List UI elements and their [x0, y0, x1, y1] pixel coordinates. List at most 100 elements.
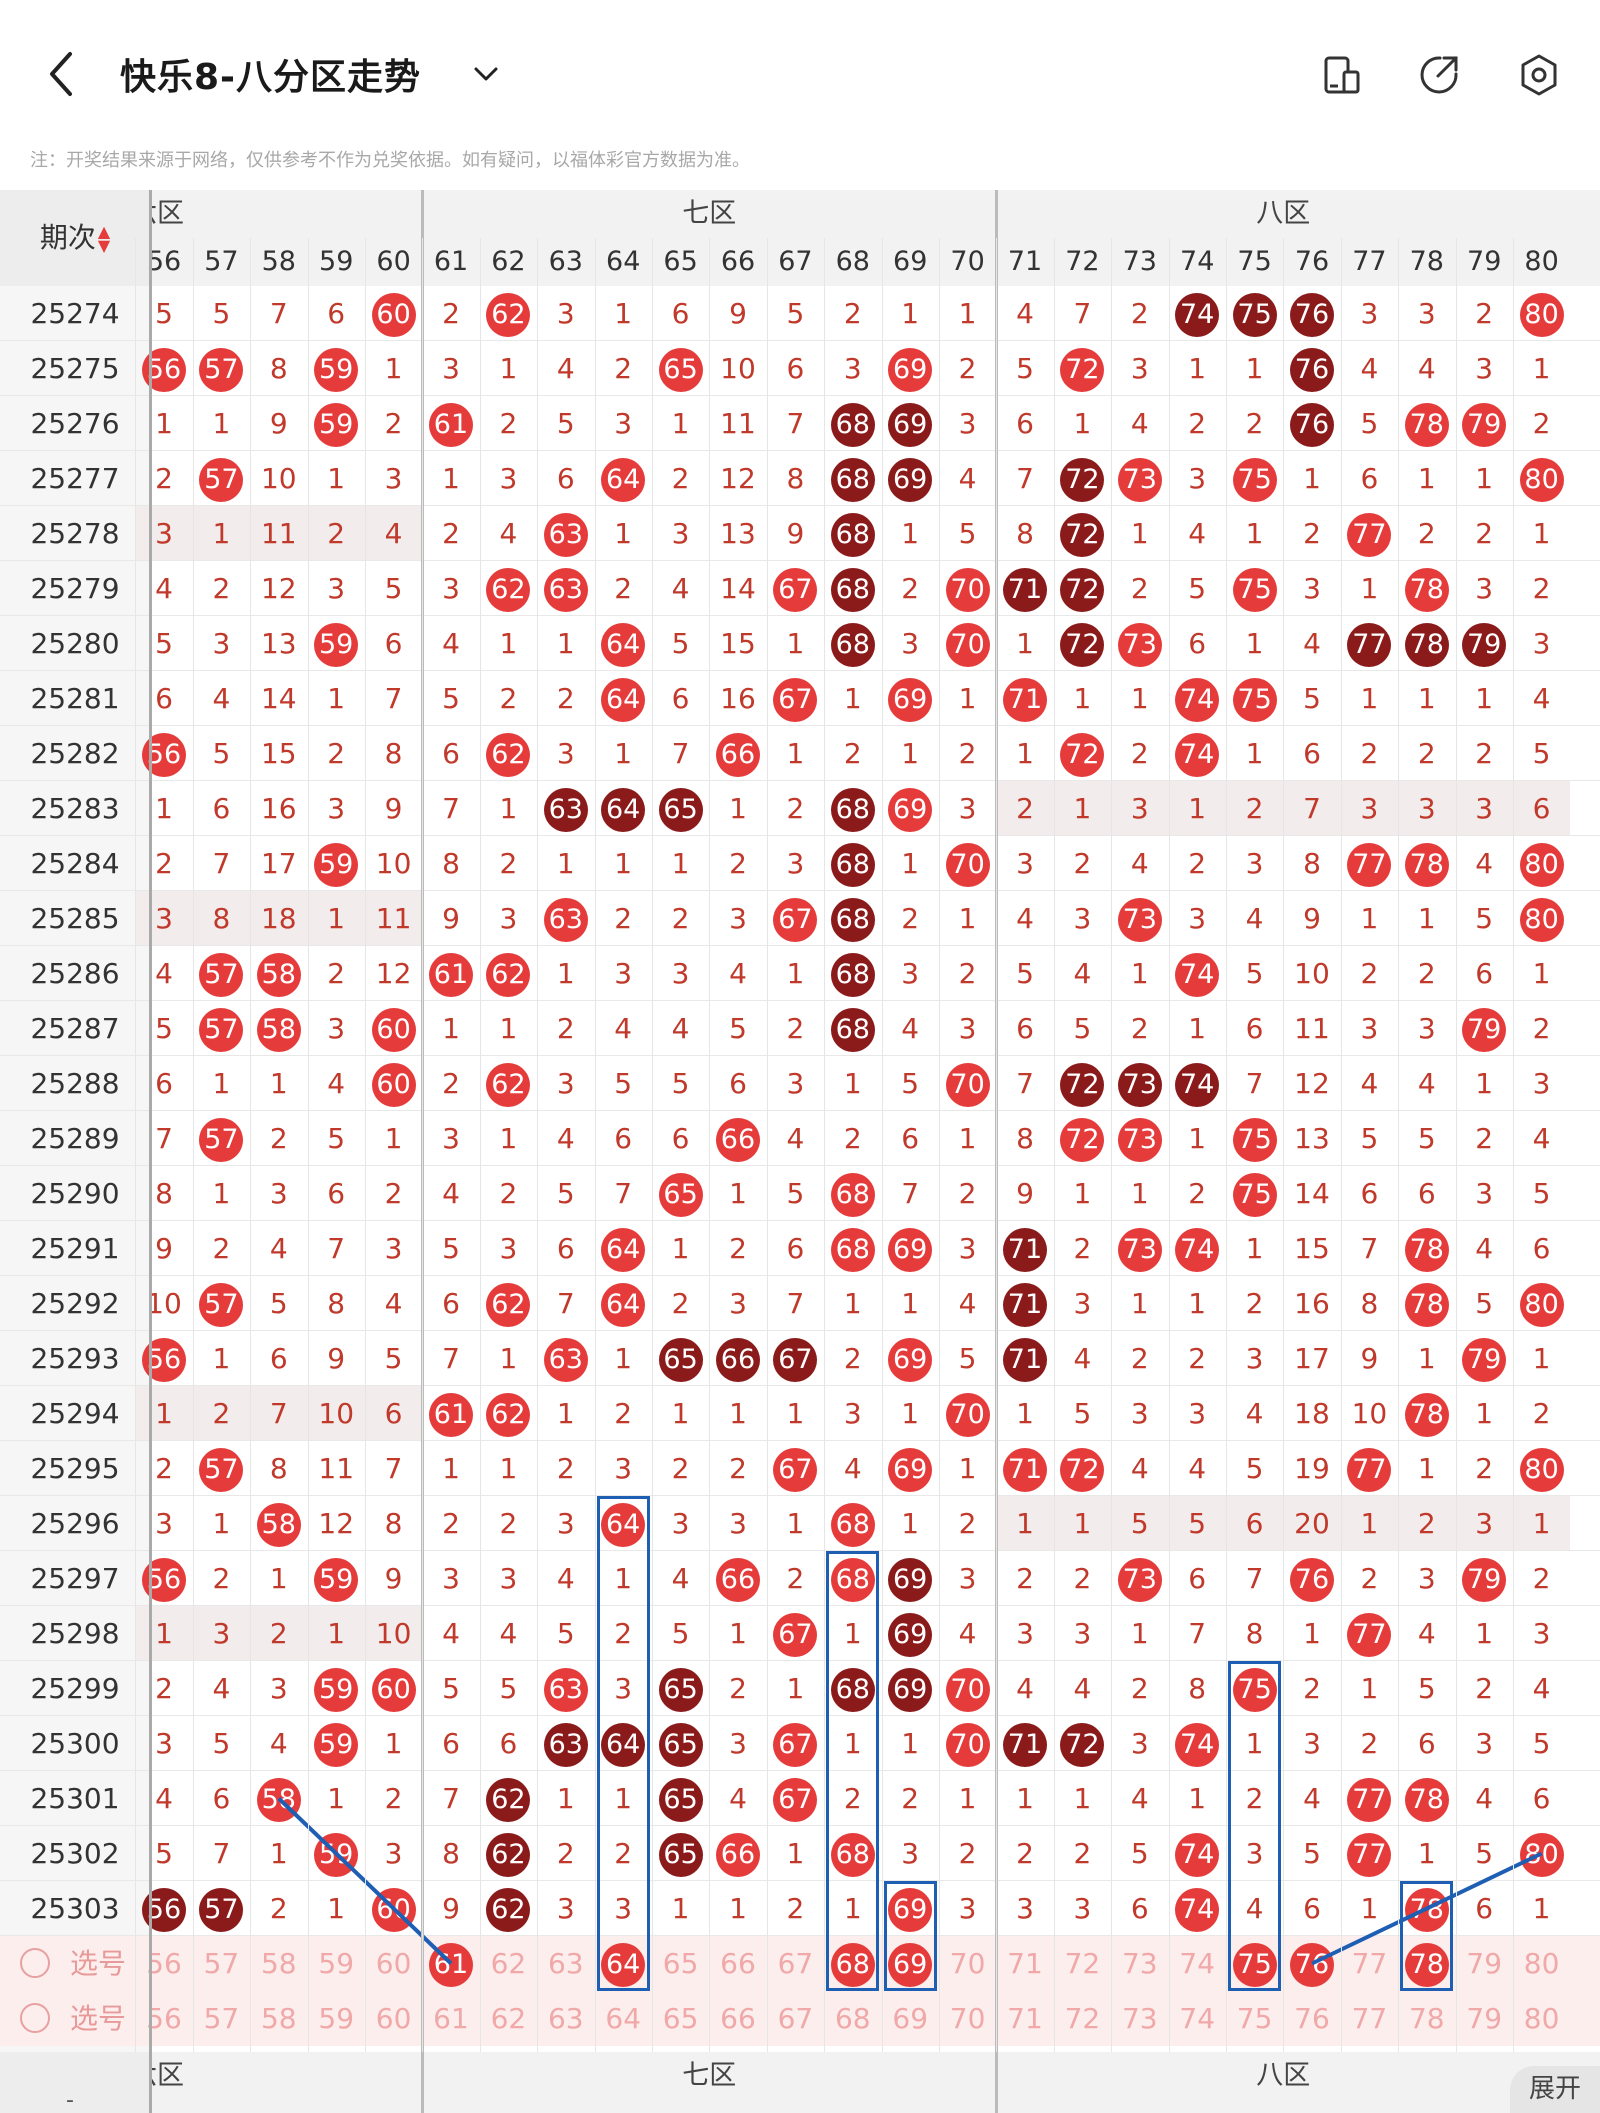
number-header-78[interactable]: 78: [1398, 238, 1455, 286]
select-number-80[interactable]: 80: [1513, 1936, 1570, 1991]
select-number-65[interactable]: 65: [652, 1991, 709, 2046]
number-header-77[interactable]: 77: [1341, 238, 1398, 286]
radio-circle-icon[interactable]: [20, 2003, 50, 2033]
select-number-56[interactable]: 56: [135, 1991, 192, 2046]
select-number-60[interactable]: 60: [365, 1936, 422, 1991]
miss-count: 6: [1016, 1012, 1034, 1045]
number-header-63[interactable]: 63: [537, 238, 594, 286]
page-title[interactable]: 快乐8-八分区走势: [120, 48, 421, 100]
select-number-58[interactable]: 58: [250, 1991, 307, 2046]
miss-count: 1: [901, 297, 920, 330]
number-header-67[interactable]: 67: [767, 238, 824, 286]
select-number-76[interactable]: 76: [1283, 1991, 1340, 2046]
miss-count: 4: [499, 517, 518, 550]
select-number-65[interactable]: 65: [652, 1936, 709, 1991]
number-header-68[interactable]: 68: [824, 238, 881, 286]
number-header-75[interactable]: 75: [1226, 238, 1283, 286]
select-number-57[interactable]: 57: [193, 1936, 250, 1991]
number-header-60[interactable]: 60: [365, 238, 422, 286]
miss-count: 3: [1532, 627, 1551, 660]
select-number-62[interactable]: 62: [480, 1991, 537, 2046]
select-number-64[interactable]: 64: [595, 1991, 652, 2046]
select-number-63[interactable]: 63: [537, 1991, 594, 2046]
select-number-74[interactable]: 74: [1169, 1991, 1226, 2046]
radio-circle-icon[interactable]: [20, 1948, 50, 1978]
selected-ball-61[interactable]: 61: [428, 1943, 473, 1987]
number-header-59[interactable]: 59: [308, 238, 365, 286]
select-number-68[interactable]: 68: [824, 1991, 881, 2046]
number-header-56[interactable]: 56: [135, 238, 192, 286]
select-number-61[interactable]: 61: [422, 1936, 479, 1991]
select-number-67[interactable]: 67: [767, 1936, 824, 1991]
select-number-72[interactable]: 72: [1054, 1991, 1111, 2046]
number-header-66[interactable]: 66: [709, 238, 766, 286]
select-number-71[interactable]: 71: [996, 1991, 1053, 2046]
layout-icon[interactable]: [1318, 52, 1364, 98]
share-icon[interactable]: [1416, 52, 1462, 98]
column-divider: [1398, 238, 1400, 2052]
select-number-79[interactable]: 79: [1456, 1991, 1513, 2046]
select-number-77[interactable]: 77: [1341, 1991, 1398, 2046]
number-header-62[interactable]: 62: [480, 238, 537, 286]
settings-icon[interactable]: [1516, 52, 1562, 98]
select-number-74[interactable]: 74: [1169, 1936, 1226, 1991]
drawn-ball: 63: [537, 1331, 594, 1386]
select-number-73[interactable]: 73: [1111, 1936, 1168, 1991]
select-number-70[interactable]: 70: [939, 1991, 996, 2046]
select-number-80[interactable]: 80: [1513, 1991, 1570, 2046]
number-header-79[interactable]: 79: [1456, 238, 1513, 286]
select-number-63[interactable]: 63: [537, 1936, 594, 1991]
select-row-label[interactable]: 选号: [0, 1936, 150, 1991]
number-header-73[interactable]: 73: [1111, 238, 1168, 286]
select-number-71[interactable]: 71: [996, 1936, 1053, 1991]
select-row-label[interactable]: 选号: [0, 1991, 150, 2046]
select-number-67[interactable]: 67: [767, 1991, 824, 2046]
number-header-65[interactable]: 65: [652, 238, 709, 286]
select-number-77[interactable]: 77: [1341, 1936, 1398, 1991]
select-number-59[interactable]: 59: [308, 1936, 365, 1991]
number-header-80[interactable]: 80: [1513, 238, 1570, 286]
number-header-57[interactable]: 57: [193, 238, 250, 286]
select-number-61[interactable]: 61: [422, 1991, 479, 2046]
number-header-76[interactable]: 76: [1283, 238, 1340, 286]
number-header-61[interactable]: 61: [422, 238, 479, 286]
select-number-59[interactable]: 59: [308, 1991, 365, 2046]
miss-count: 10: [1351, 1397, 1388, 1430]
miss-count: 6: [1016, 407, 1034, 440]
select-number-76[interactable]: 76: [1283, 1936, 1340, 1991]
miss-count: 2: [384, 1177, 403, 1210]
select-number-56[interactable]: 56: [135, 1936, 192, 1991]
selected-ball-76[interactable]: 76: [1289, 1943, 1334, 1987]
select-number-69[interactable]: 69: [882, 1991, 939, 2046]
select-number-70[interactable]: 70: [939, 1936, 996, 1991]
back-icon[interactable]: [40, 46, 84, 102]
expand-button[interactable]: 展开: [1510, 2066, 1600, 2113]
miss-count: 7: [1360, 1232, 1379, 1265]
miss-count: 5: [556, 1177, 575, 1210]
select-number-79[interactable]: 79: [1456, 1936, 1513, 1991]
select-number-66[interactable]: 66: [709, 1991, 766, 2046]
number-header-64[interactable]: 64: [595, 238, 652, 286]
issue-header[interactable]: 期次 ▲ ▼: [0, 190, 150, 286]
number-header-71[interactable]: 71: [996, 238, 1053, 286]
select-number-75[interactable]: 75: [1226, 1991, 1283, 2046]
number-header-72[interactable]: 72: [1054, 238, 1111, 286]
select-number-62[interactable]: 62: [480, 1936, 537, 1991]
miss-count: 1: [1130, 1287, 1149, 1320]
ball-79: 79: [1462, 623, 1507, 667]
select-number-73[interactable]: 73: [1111, 1991, 1168, 2046]
select-number-66[interactable]: 66: [709, 1936, 766, 1991]
number-header-74[interactable]: 74: [1169, 238, 1226, 286]
sort-icon[interactable]: ▲ ▼: [98, 224, 110, 254]
drawn-ball: 63: [537, 781, 594, 836]
select-number-78[interactable]: 78: [1398, 1991, 1455, 2046]
number-header-58[interactable]: 58: [250, 238, 307, 286]
number-header-69[interactable]: 69: [882, 238, 939, 286]
select-number-58[interactable]: 58: [250, 1936, 307, 1991]
ball-57: 57: [199, 1283, 244, 1327]
number-header-70[interactable]: 70: [939, 238, 996, 286]
select-number-72[interactable]: 72: [1054, 1936, 1111, 1991]
select-number-57[interactable]: 57: [193, 1991, 250, 2046]
select-number-60[interactable]: 60: [365, 1991, 422, 2046]
chevron-down-icon[interactable]: [470, 60, 502, 88]
